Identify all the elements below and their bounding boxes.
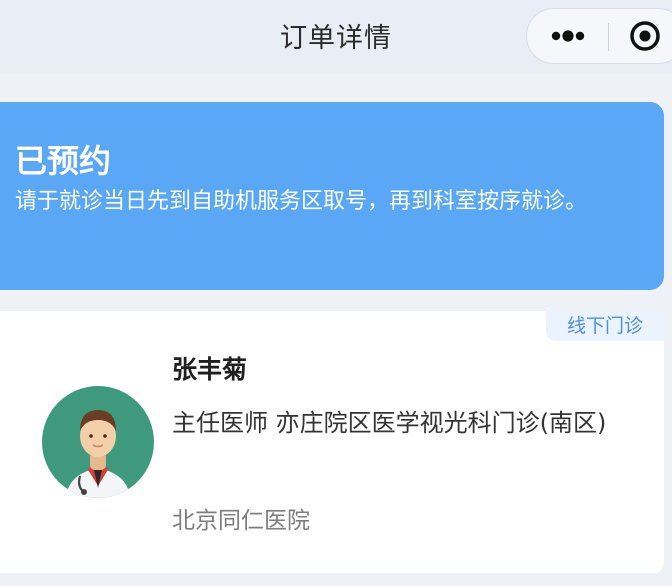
doctor-name: 张丰菊: [172, 355, 248, 384]
hospital-name: 北京同仁医院: [172, 508, 310, 534]
page-bottom-spacer: [0, 573, 672, 586]
more-dots-icon[interactable]: [547, 21, 589, 51]
doctor-avatar-icon: [42, 386, 154, 498]
doctor-avatar-icon: [42, 386, 154, 498]
appointment-instruction: 请于就诊当日先到自助机服务区取号，再到科室按序就诊。: [15, 189, 588, 214]
offline-clinic-tag: 线下门诊: [546, 311, 664, 341]
capsule-divider: [608, 23, 609, 51]
appointment-status-title: 已预约: [15, 142, 112, 180]
doctor-title-department: 主任医师 亦庄院区医学视光科门诊(南区): [172, 409, 607, 437]
navigation-bar: 订单详情: [0, 0, 672, 74]
mini-program-capsule: [526, 8, 672, 64]
target-circle-icon[interactable]: [628, 19, 662, 53]
doctor-info-card[interactable]: 线下门诊 张丰菊 主任医师 亦庄院区医学视光科门诊(南区) 北京同仁医院: [0, 311, 664, 573]
target-circle-icon[interactable]: [628, 19, 662, 53]
more-dots-icon[interactable]: [547, 21, 589, 51]
appointment-status-card: 已预约 请于就诊当日先到自助机服务区取号，再到科室按序就诊。: [0, 102, 664, 290]
